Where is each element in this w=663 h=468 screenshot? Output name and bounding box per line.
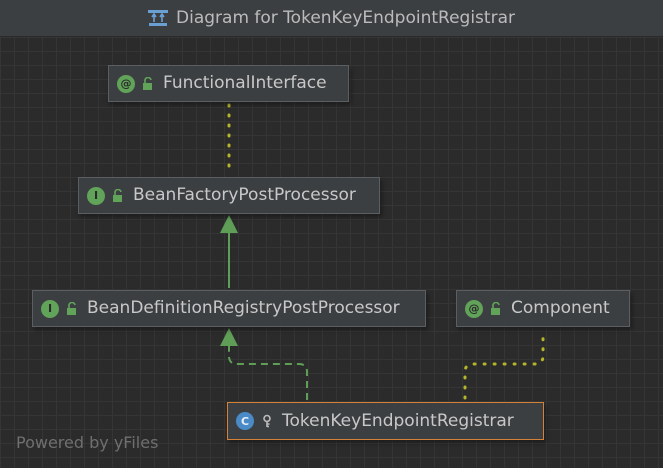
- unlocked-icon: [143, 76, 152, 90]
- node-label: BeanDefinitionRegistryPostProcessor: [87, 298, 400, 318]
- key-icon: [263, 414, 271, 428]
- node-label: TokenKeyEndpointRegistrar: [282, 410, 514, 431]
- node-component[interactable]: @ Component: [456, 290, 630, 327]
- diagram-icon: [148, 10, 169, 26]
- annotation-type-icon: @: [465, 299, 483, 318]
- unlocked-icon: [113, 188, 122, 202]
- node-bean-definition-registry-post-processor[interactable]: I BeanDefinitionRegistryPostProcessor: [32, 290, 426, 327]
- annotation-type-icon: @: [117, 74, 135, 93]
- node-token-key-endpoint-registrar[interactable]: C TokenKeyEndpointRegistrar: [227, 402, 544, 440]
- powered-by-label: Powered by yFiles: [16, 433, 159, 452]
- interface-type-icon: I: [87, 186, 105, 205]
- node-functional-interface[interactable]: @ FunctionalInterface: [108, 65, 349, 102]
- unlocked-icon: [491, 301, 500, 315]
- unlocked-icon: [67, 301, 76, 315]
- diagram-window: Diagram for TokenKeyEndpointRegistrar @ …: [0, 0, 663, 468]
- node-label: FunctionalInterface: [163, 73, 327, 93]
- class-type-icon: C: [236, 412, 254, 430]
- interface-type-icon: I: [41, 299, 59, 318]
- window-title: Diagram for TokenKeyEndpointRegistrar: [176, 8, 515, 28]
- node-label: BeanFactoryPostProcessor: [133, 185, 356, 205]
- title-bar: Diagram for TokenKeyEndpointRegistrar: [0, 0, 663, 37]
- node-bean-factory-post-processor[interactable]: I BeanFactoryPostProcessor: [78, 177, 380, 214]
- node-label: Component: [511, 298, 610, 318]
